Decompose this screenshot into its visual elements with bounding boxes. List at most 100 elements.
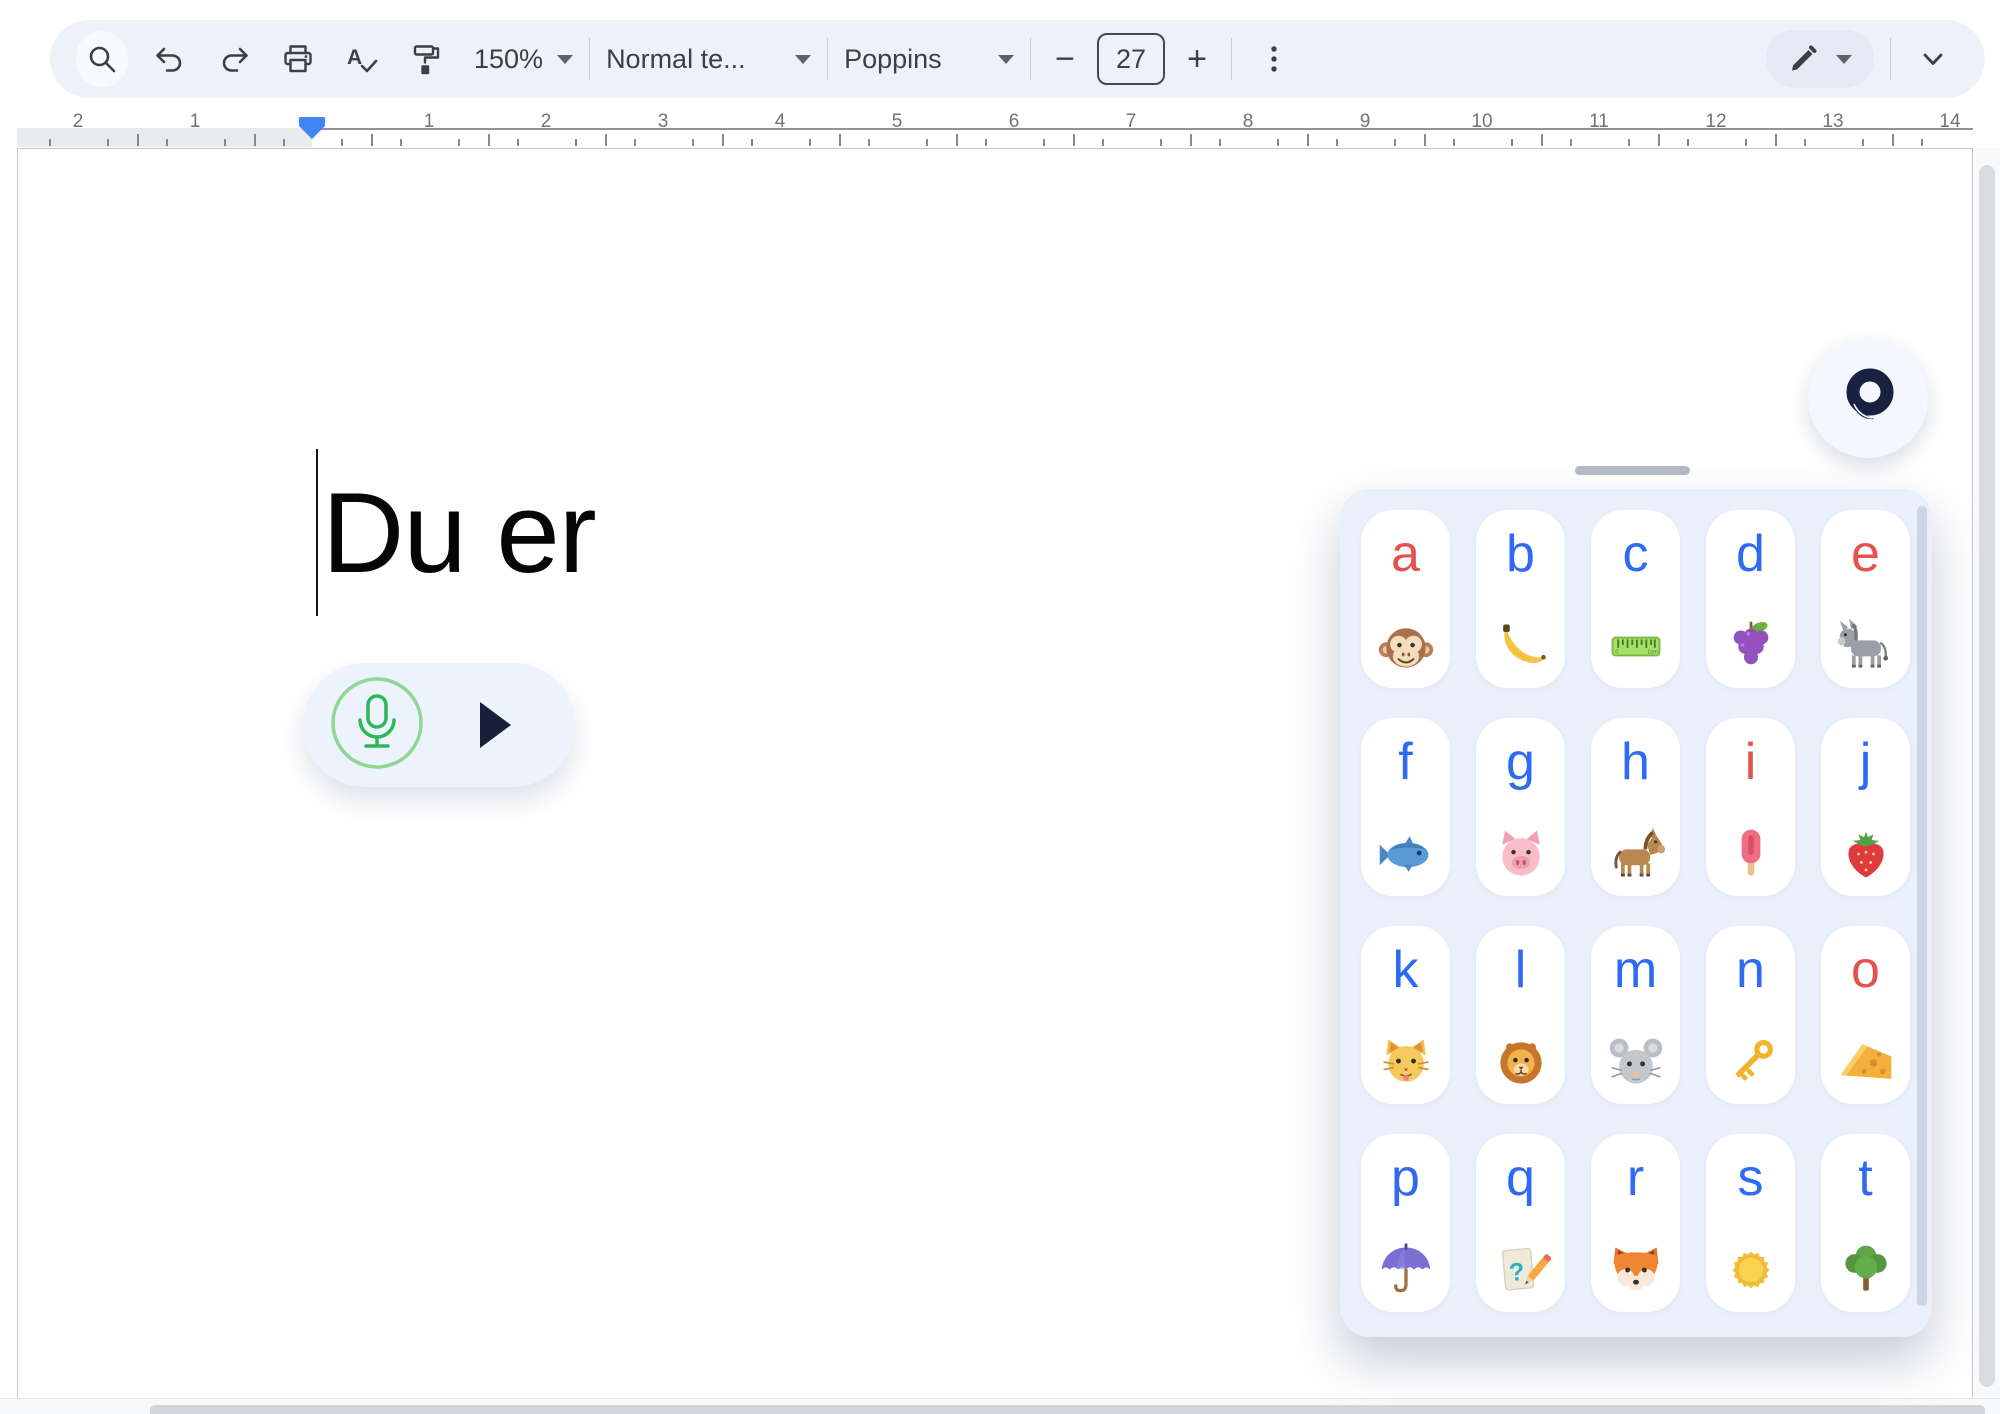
ruler-tick	[341, 139, 343, 146]
ruler-number: 11	[1589, 111, 1609, 133]
alphabet-card-d[interactable]: d	[1706, 510, 1795, 688]
chevron-down-icon	[998, 55, 1014, 64]
undo-button[interactable]	[144, 31, 196, 87]
ruler-tick	[1541, 134, 1543, 146]
assistant-logo-button[interactable]	[1808, 338, 1928, 458]
first-line-indent-marker[interactable]	[299, 117, 325, 126]
alphabet-card-r[interactable]: r	[1591, 1134, 1680, 1312]
vertical-scrollbar-thumb[interactable]	[1979, 165, 1995, 1387]
more-options-button[interactable]	[1248, 31, 1300, 87]
alphabet-card-i[interactable]: i	[1706, 718, 1795, 896]
ruler-number: 2	[541, 111, 552, 133]
print-button[interactable]	[272, 31, 324, 87]
zoom-control[interactable]: 150%	[474, 44, 573, 75]
monkey-face-icon	[1376, 616, 1436, 676]
alphabet-card-t[interactable]: t	[1821, 1134, 1910, 1312]
alphabet-card-n[interactable]: n	[1706, 926, 1795, 1104]
increase-font-size-button[interactable]: +	[1179, 40, 1215, 79]
grapes-icon	[1721, 616, 1781, 676]
alphabet-letter: f	[1398, 736, 1412, 788]
alphabet-card-h[interactable]: h	[1591, 718, 1680, 896]
vertical-scrollbar-track[interactable]	[1974, 148, 2000, 1399]
ruler-tick	[956, 134, 958, 146]
alphabet-card-j[interactable]: j	[1821, 718, 1910, 896]
alphabet-card-p[interactable]: p	[1361, 1134, 1450, 1312]
alphabet-card-g[interactable]: g	[1476, 718, 1565, 896]
panel-scrollbar[interactable]	[1917, 506, 1927, 1306]
left-indent-marker[interactable]	[299, 126, 325, 139]
document-text[interactable]: Du er	[322, 477, 596, 591]
alphabet-card-l[interactable]: l	[1476, 926, 1565, 1104]
strawberry-icon	[1836, 824, 1896, 884]
mouse-face-icon	[1606, 1032, 1666, 1092]
ruler-number: 5	[892, 111, 903, 133]
print-icon	[281, 42, 315, 76]
ruler-tick	[224, 139, 226, 146]
ruler-tick	[107, 139, 109, 146]
alphabet-card-b[interactable]: b	[1476, 510, 1565, 688]
svg-text:?: ?	[1507, 1258, 1525, 1287]
ruler-tick	[1394, 139, 1396, 146]
editing-mode-button[interactable]	[1766, 30, 1874, 88]
alphabet-letter: g	[1506, 736, 1535, 788]
search-button[interactable]	[76, 31, 128, 87]
alphabet-letter: o	[1851, 944, 1880, 996]
ruler-number: 9	[1360, 111, 1371, 133]
ruler-number: 2	[73, 111, 84, 133]
ruler-tick	[283, 139, 285, 146]
ruler-tick	[722, 134, 724, 146]
ruler-tick	[575, 139, 577, 146]
ruler-number: 14	[1939, 111, 1960, 133]
lion-face-icon	[1491, 1032, 1551, 1092]
alphabet-letter: b	[1506, 528, 1535, 580]
redo-button[interactable]	[208, 31, 260, 87]
ring-logo-icon	[1833, 361, 1903, 436]
ruler-tick	[1658, 134, 1660, 146]
toolbar-separator	[827, 38, 828, 80]
ruler-number: 7	[1126, 111, 1137, 133]
alphabet-letter: k	[1393, 944, 1419, 996]
ruler-tick	[1570, 139, 1572, 146]
horse-icon	[1606, 824, 1666, 884]
play-button[interactable]	[480, 702, 511, 748]
toolbar-separator	[1231, 38, 1232, 80]
ruler-tick	[1160, 139, 1162, 146]
paint-format-button[interactable]	[400, 31, 452, 87]
font-family-control[interactable]: Poppins	[844, 44, 1014, 75]
alphabet-card-a[interactable]: a	[1361, 510, 1450, 688]
alphabet-card-c[interactable]: c01cm	[1591, 510, 1680, 688]
hide-menus-button[interactable]	[1907, 31, 1959, 87]
alphabet-card-s[interactable]: s	[1706, 1134, 1795, 1312]
ruler-tick	[1190, 134, 1192, 146]
tree-icon	[1836, 1240, 1896, 1300]
alphabet-letter: p	[1391, 1152, 1420, 1204]
paragraph-style-control[interactable]: Normal te...	[606, 44, 811, 75]
dictation-widget	[303, 663, 575, 787]
alphabet-card-k[interactable]: k	[1361, 926, 1450, 1104]
font-size-input[interactable]: 27	[1097, 33, 1165, 85]
google-docs-window: A 150% Normal te... P	[0, 0, 2000, 1414]
paint-format-icon	[409, 42, 443, 76]
alphabet-card-q[interactable]: q?	[1476, 1134, 1565, 1312]
alphabet-card-m[interactable]: m	[1591, 926, 1680, 1104]
alphabet-card-f[interactable]: f	[1361, 718, 1450, 896]
alphabet-letter: e	[1851, 528, 1880, 580]
kebab-menu-icon	[1257, 42, 1291, 76]
microphone-icon[interactable]	[330, 676, 424, 775]
umbrella-icon	[1376, 1240, 1436, 1300]
indent-marker[interactable]	[299, 117, 325, 139]
alphabet-letter: n	[1736, 944, 1765, 996]
horizontal-scrollbar-thumb[interactable]	[150, 1405, 1985, 1414]
alphabet-card-e[interactable]: e	[1821, 510, 1910, 688]
alphabet-card-o[interactable]: o	[1821, 926, 1910, 1104]
toolbar-separator	[1890, 38, 1891, 80]
ruler-tick	[1277, 139, 1279, 146]
svg-text:1cm: 1cm	[1647, 650, 1658, 656]
fish-icon	[1376, 824, 1436, 884]
decrease-font-size-button[interactable]: −	[1047, 40, 1083, 79]
toolbar-separator	[589, 38, 590, 80]
panel-drag-handle[interactable]	[1575, 466, 1690, 475]
ruler-tick	[1102, 139, 1104, 146]
spell-check-button[interactable]: A	[336, 31, 388, 87]
key-icon	[1721, 1032, 1781, 1092]
